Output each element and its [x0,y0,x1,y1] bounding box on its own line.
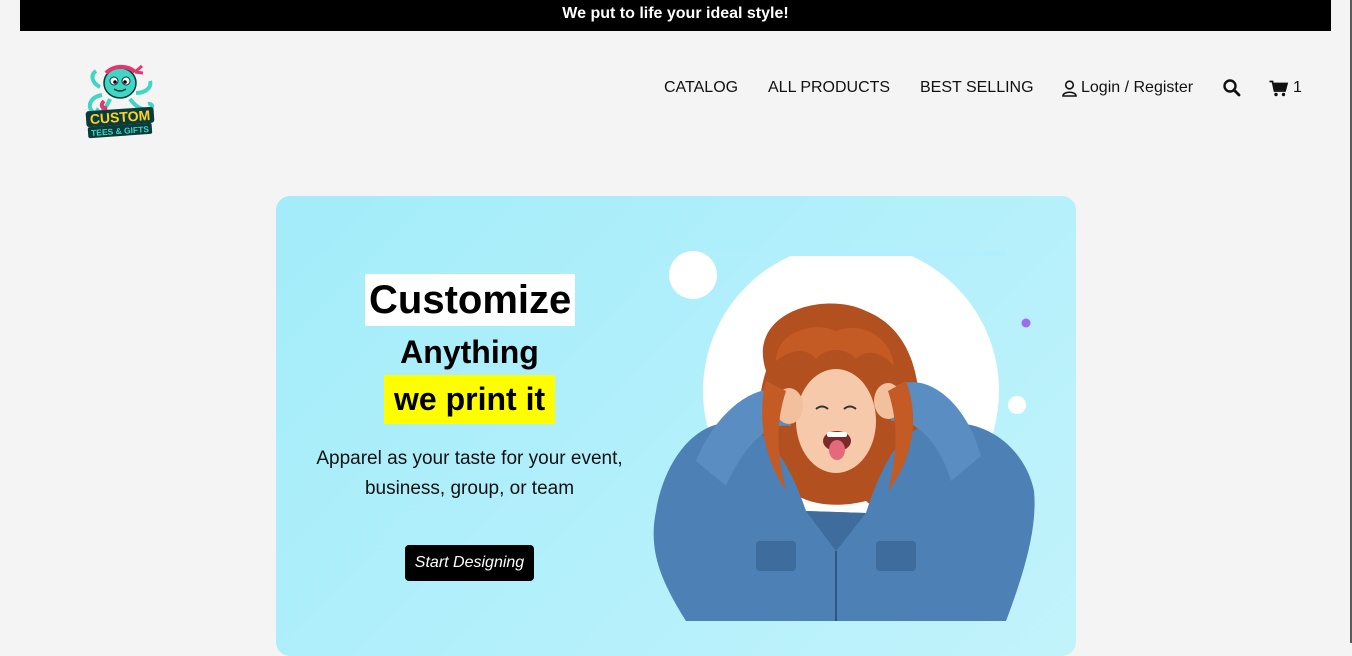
hero-headline-customize: Customize [365,274,576,326]
search-button[interactable] [1222,78,1242,98]
hero-banner: Customize Anything we print it Apparel a… [276,196,1076,656]
start-designing-button[interactable]: Start Designing [405,545,534,581]
hero-tagline: Apparel as your taste for your event, bu… [316,448,623,499]
nav-catalog[interactable]: CATALOG [664,78,738,98]
nav-all-products[interactable]: ALL PRODUCTS [768,78,890,98]
announcement-bar: We put to life your ideal style! [20,0,1331,31]
octopus-logo-icon: CUSTOM TEES & GIFTS [85,64,155,139]
cart-count: 1 [1293,79,1302,96]
user-icon [1062,79,1077,97]
hero-woman-image [653,251,1035,621]
search-icon [1223,79,1241,97]
announcement-text: We put to life your ideal style! [562,5,789,22]
nav-best-selling[interactable]: BEST SELLING [920,78,1034,98]
login-register-link[interactable]: Login / Register [1062,78,1193,98]
cart-button[interactable]: 1 [1269,78,1302,98]
cart-icon [1269,80,1288,96]
hero-headline-anything: Anything [400,334,539,370]
site-logo[interactable]: CUSTOM TEES & GIFTS [80,57,160,139]
hero-headline-print: we print it [384,375,556,424]
login-register-label: Login / Register [1081,79,1194,96]
